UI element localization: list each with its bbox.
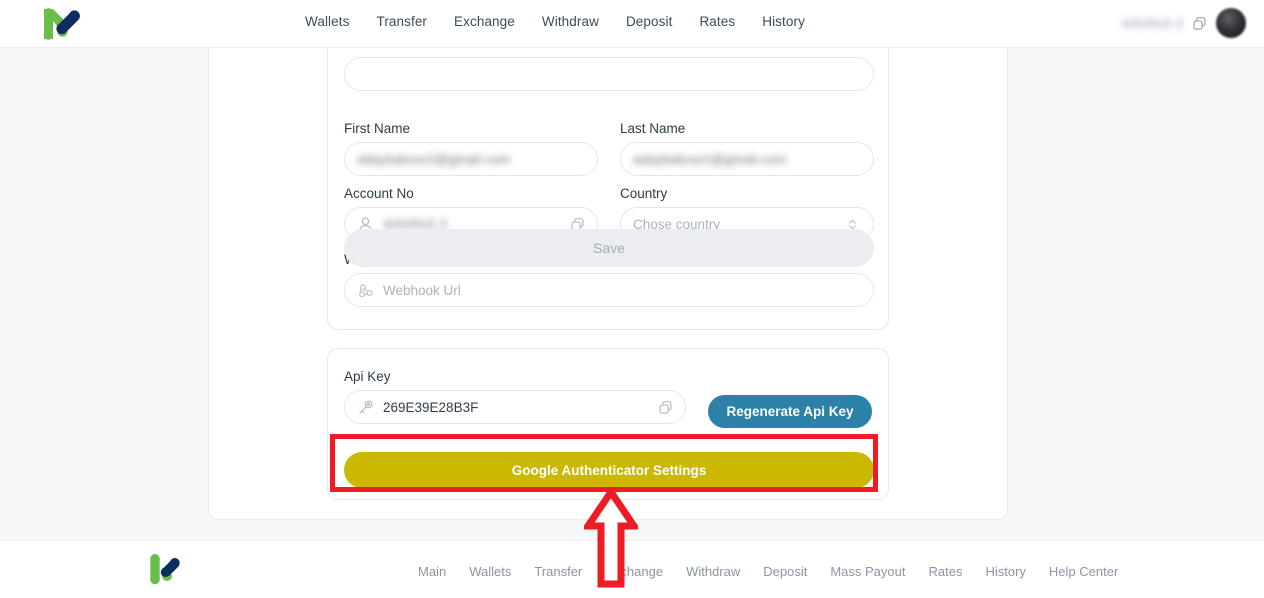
copy-icon[interactable]: [1192, 16, 1207, 31]
api-key-label: Api Key: [344, 369, 391, 384]
settings-page-container: First Name adaybakour2@gmail.com Last Na…: [208, 0, 1008, 520]
footer-item-deposit[interactable]: Deposit: [763, 564, 807, 579]
footer-item-mass-payout[interactable]: Mass Payout: [830, 564, 905, 579]
kuna-k-logo-icon[interactable]: [146, 548, 182, 592]
footer-item-main[interactable]: Main: [418, 564, 446, 579]
regenerate-api-key-button[interactable]: Regenerate Api Key: [708, 395, 872, 428]
footer-navigation: Main Wallets Transfer Exchange Withdraw …: [418, 564, 1118, 579]
api-key-input[interactable]: 269E39E28B3F: [344, 390, 686, 424]
api-key-value: 269E39E28B3F: [383, 399, 479, 415]
last-name-input[interactable]: adaybakour2@gmail.com: [620, 142, 874, 176]
footer-item-withdraw[interactable]: Withdraw: [686, 564, 740, 579]
first-name-field-group: First Name adaybakour2@gmail.com: [344, 121, 598, 176]
header-account-area: 4202915 3: [1122, 8, 1246, 38]
save-button[interactable]: Save: [344, 229, 874, 267]
api-key-card: Api Key 269E39E28B3F Regenerate Api Key …: [327, 348, 889, 500]
webhook-url-placeholder: Webhook Url: [383, 282, 461, 298]
last-name-label: Last Name: [620, 121, 686, 136]
google-authenticator-settings-button[interactable]: Google Authenticator Settings: [344, 452, 874, 488]
last-name-value: adaybakour2@gmail.com: [633, 151, 787, 167]
webhook-icon: [357, 282, 374, 299]
webhook-url-input[interactable]: Webhook Url: [344, 273, 874, 307]
profile-settings-card: First Name adaybakour2@gmail.com Last Na…: [327, 0, 889, 330]
avatar[interactable]: [1216, 8, 1246, 38]
nav-item-exchange[interactable]: Exchange: [454, 14, 515, 29]
footer-item-history[interactable]: History: [985, 564, 1025, 579]
main-navigation: Wallets Transfer Exchange Withdraw Depos…: [305, 14, 805, 29]
nav-item-rates[interactable]: Rates: [699, 14, 735, 29]
key-icon: [357, 399, 374, 416]
first-name-input[interactable]: adaybakour2@gmail.com: [344, 142, 598, 176]
footer-item-transfer[interactable]: Transfer: [534, 564, 582, 579]
nav-item-transfer[interactable]: Transfer: [376, 14, 427, 29]
footer-item-rates[interactable]: Rates: [929, 564, 963, 579]
footer-item-wallets[interactable]: Wallets: [469, 564, 511, 579]
kuna-k-logo-icon[interactable]: [38, 4, 80, 44]
header-account-number: 4202915 3: [1121, 15, 1183, 31]
api-key-field-group: Api Key 269E39E28B3F: [344, 369, 686, 424]
footer-item-help-center[interactable]: Help Center: [1049, 564, 1118, 579]
last-name-field-group: Last Name adaybakour2@gmail.com: [620, 121, 874, 176]
nav-item-history[interactable]: History: [762, 14, 805, 29]
first-name-label: First Name: [344, 121, 411, 136]
account-no-label: Account No: [344, 186, 414, 201]
first-name-value: adaybakour2@gmail.com: [357, 151, 511, 167]
top-header: Wallets Transfer Exchange Withdraw Depos…: [0, 0, 1264, 48]
nav-item-withdraw[interactable]: Withdraw: [542, 14, 599, 29]
nav-item-deposit[interactable]: Deposit: [626, 14, 672, 29]
email-field-partial[interactable]: [344, 57, 874, 91]
country-label: Country: [620, 186, 668, 201]
nav-item-wallets[interactable]: Wallets: [305, 14, 349, 29]
copy-icon[interactable]: [658, 400, 673, 415]
footer-item-exchange[interactable]: Exchange: [605, 564, 663, 579]
